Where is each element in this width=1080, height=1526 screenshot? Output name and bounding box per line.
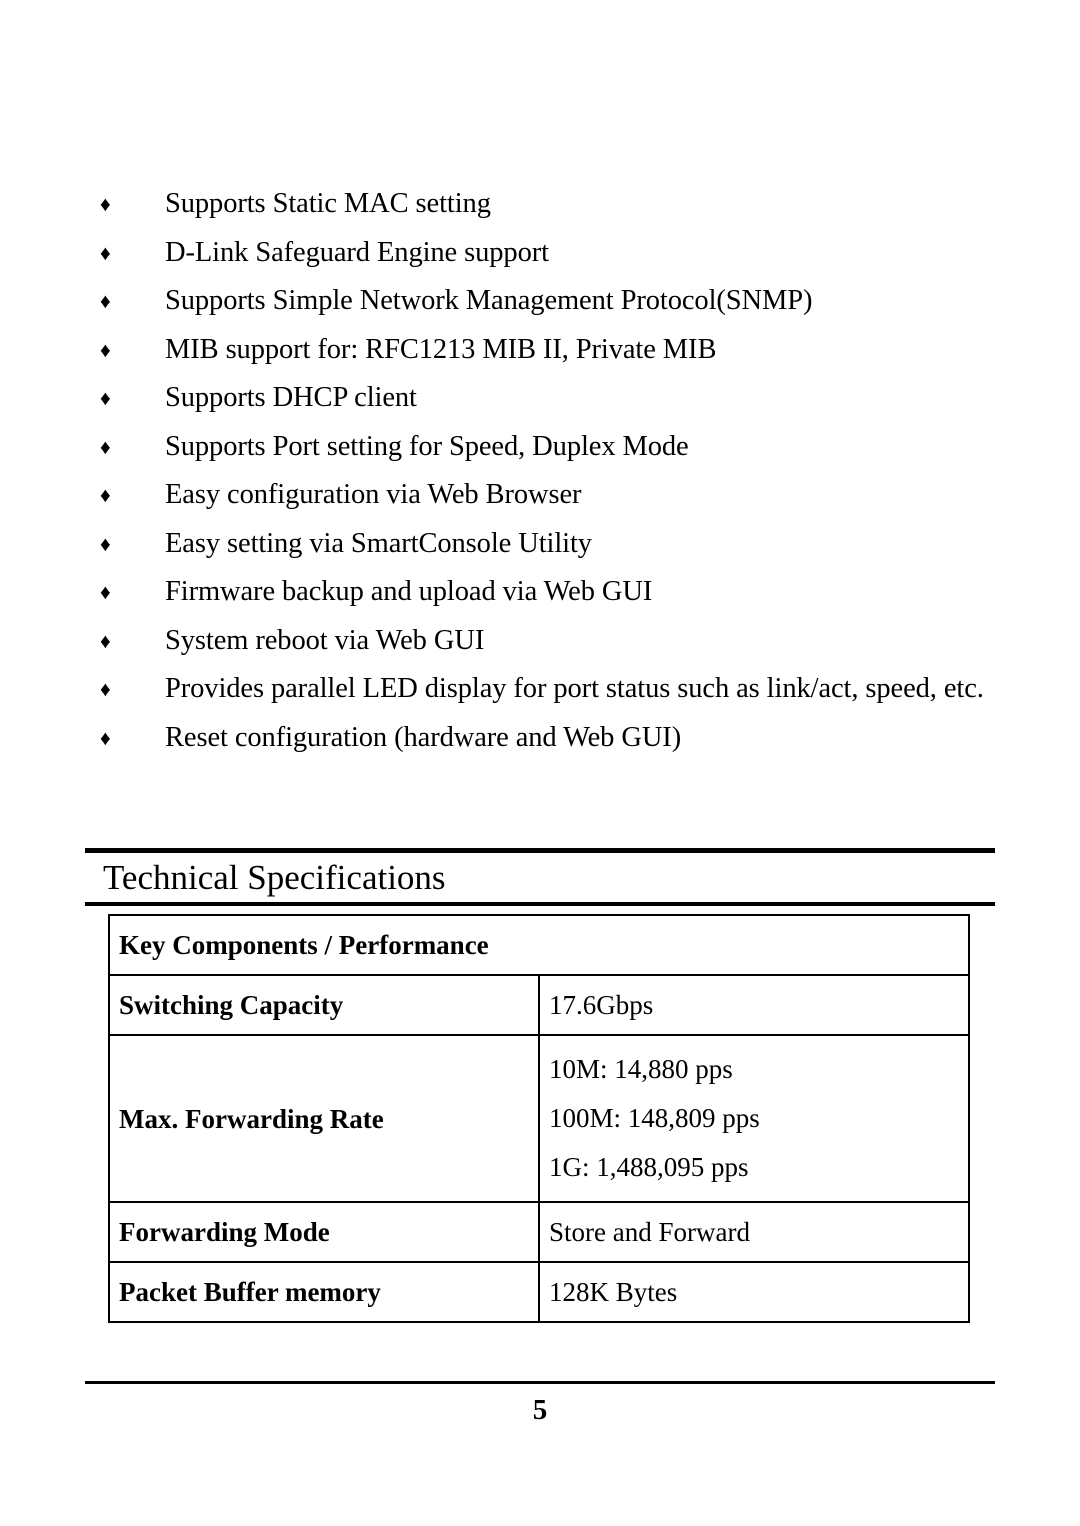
- list-item-label: Supports Static MAC setting: [165, 188, 491, 219]
- list-item: ♦ MIB support for: RFC1213 MIB II, Priva…: [98, 326, 998, 375]
- document-page: { "document": { "page_number": "5" }, "f…: [0, 0, 1080, 1526]
- spec-value-line: 1G: 1,488,095 pps: [549, 1152, 749, 1182]
- list-item-label: Provides parallel LED display for port s…: [165, 673, 984, 704]
- list-item: ♦ D-Link Safeguard Engine support: [98, 229, 998, 278]
- list-item: ♦ Supports Static MAC setting: [98, 180, 998, 229]
- list-item-label: Supports DHCP client: [165, 382, 417, 413]
- list-item: ♦ Supports Port setting for Speed, Duple…: [98, 423, 998, 472]
- table-row: Max. Forwarding Rate 10M: 14,880 pps 100…: [108, 1034, 970, 1203]
- diamond-bullet-icon: ♦: [100, 531, 111, 556]
- list-item-label: MIB support for: RFC1213 MIB II, Private…: [165, 333, 717, 365]
- list-item: ♦ Provides parallel LED display for port…: [98, 665, 998, 714]
- spec-label: Forwarding Mode: [108, 1201, 540, 1263]
- specifications-table: Key Components / Performance Switching C…: [108, 914, 970, 1323]
- diamond-bullet-icon: ♦: [100, 386, 111, 410]
- spec-value-line: 10M: 14,880 pps: [549, 1054, 733, 1084]
- diamond-bullet-icon: ♦: [100, 725, 111, 750]
- table-header-cell: Key Components / Performance: [108, 914, 970, 976]
- diamond-bullet-icon: ♦: [100, 434, 111, 459]
- list-item-label: Reset configuration (hardware and Web GU…: [165, 721, 682, 753]
- diamond-bullet-icon: ♦: [100, 240, 111, 265]
- spec-label: Packet Buffer memory: [108, 1261, 540, 1323]
- list-item-label: Supports Simple Network Management Proto…: [165, 285, 813, 316]
- list-item: ♦ Supports DHCP client: [98, 374, 998, 423]
- diamond-bullet-icon: ♦: [100, 628, 111, 653]
- list-item-label: Firmware backup and upload via Web GUI: [165, 576, 653, 607]
- list-item: ♦ System reboot via Web GUI: [98, 617, 998, 666]
- list-item: ♦ Easy configuration via Web Browser: [98, 471, 998, 520]
- page-title: Technical Specifications: [103, 858, 446, 897]
- feature-bullet-list: ♦ Supports Static MAC setting ♦ D-Link S…: [98, 180, 998, 762]
- list-item-label: Easy configuration via Web Browser: [165, 479, 582, 510]
- diamond-bullet-icon: ♦: [100, 337, 111, 362]
- spec-value-line: 100M: 148,809 pps: [549, 1103, 760, 1133]
- list-item: ♦ Firmware backup and upload via Web GUI: [98, 568, 998, 617]
- heading-rule-bottom: [85, 902, 995, 906]
- page-footer: 5: [85, 1381, 995, 1432]
- list-item-label: Supports Port setting for Speed, Duplex …: [165, 430, 689, 462]
- spec-value: 17.6Gbps: [538, 974, 970, 1036]
- section-heading-block: Technical Specifications: [85, 848, 995, 906]
- diamond-bullet-icon: ♦: [100, 289, 111, 313]
- diamond-bullet-icon: ♦: [100, 192, 111, 216]
- spec-label: Max. Forwarding Rate: [108, 1034, 540, 1203]
- diamond-bullet-icon: ♦: [100, 483, 111, 507]
- list-item: ♦ Easy setting via SmartConsole Utility: [98, 520, 998, 569]
- table-row: Forwarding Mode Store and Forward: [108, 1201, 970, 1263]
- list-item: ♦ Reset configuration (hardware and Web …: [98, 714, 998, 763]
- list-item-label: D-Link Safeguard Engine support: [165, 236, 549, 268]
- page-number: 5: [532, 1394, 548, 1426]
- table-row: Packet Buffer memory 128K Bytes: [108, 1261, 970, 1323]
- spec-value: Store and Forward: [538, 1201, 970, 1263]
- table-header-row: Key Components / Performance: [108, 914, 970, 976]
- diamond-bullet-icon: ♦: [100, 677, 111, 701]
- table-row: Switching Capacity 17.6Gbps: [108, 974, 970, 1036]
- list-item: ♦ Supports Simple Network Management Pro…: [98, 277, 998, 326]
- spec-value: 10M: 14,880 pps 100M: 148,809 pps 1G: 1,…: [538, 1034, 970, 1203]
- list-item-label: System reboot via Web GUI: [165, 624, 485, 656]
- list-item-label: Easy setting via SmartConsole Utility: [165, 527, 592, 559]
- spec-value: 128K Bytes: [538, 1261, 970, 1323]
- spec-label: Switching Capacity: [108, 974, 540, 1036]
- spec-value-lines: 10M: 14,880 pps 100M: 148,809 pps 1G: 1,…: [549, 1045, 960, 1192]
- diamond-bullet-icon: ♦: [100, 580, 111, 604]
